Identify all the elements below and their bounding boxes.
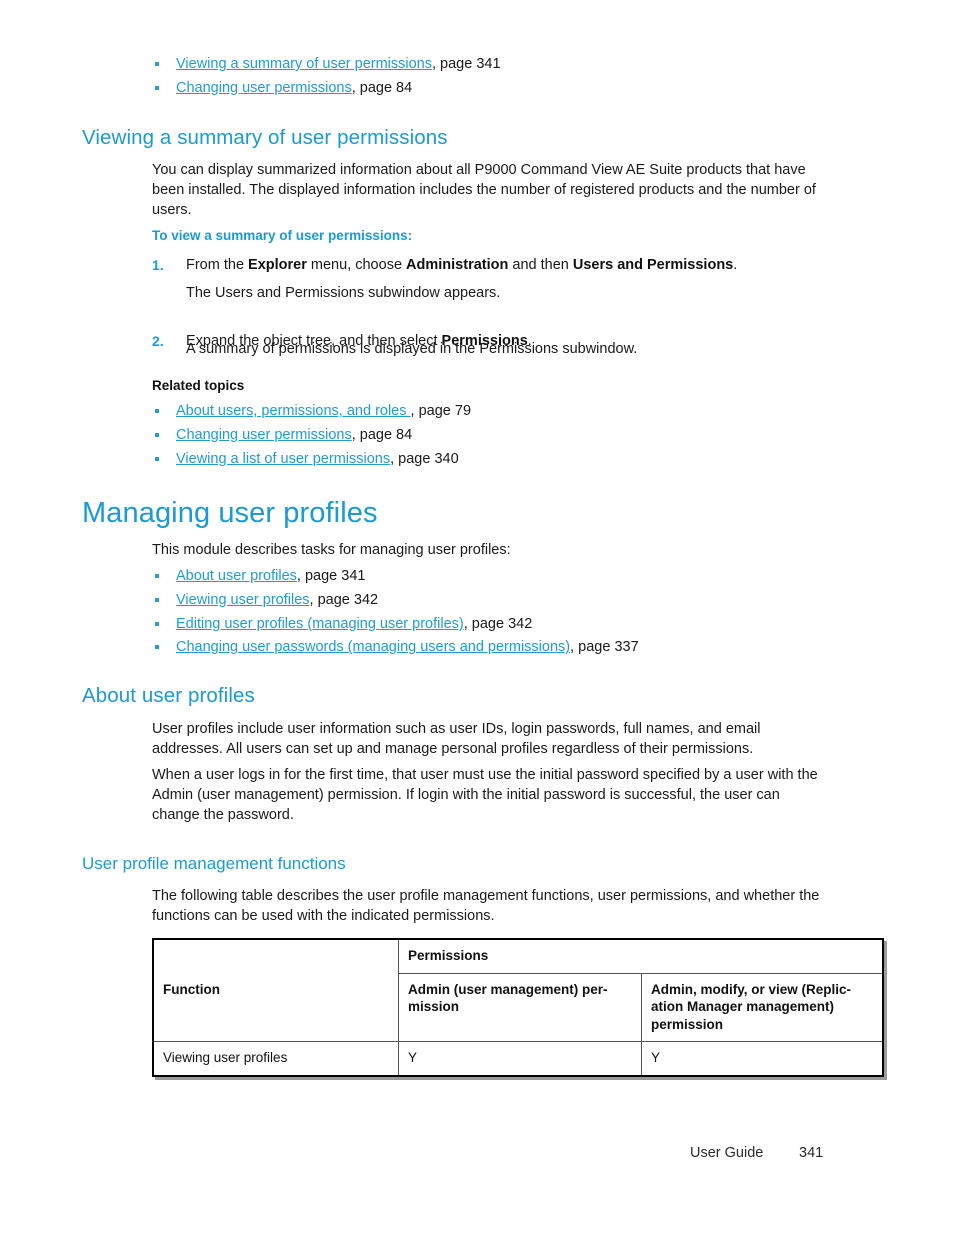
- bullet-icon: [155, 432, 159, 437]
- link-about-user-profiles[interactable]: About user profiles: [176, 568, 297, 584]
- heading-user-profile-management-functions: User profile management functions: [82, 854, 346, 873]
- link-changing-user-permissions[interactable]: Changing user permissions: [176, 427, 352, 443]
- step-2-result: A summary of permissions is displayed in…: [186, 341, 638, 357]
- list-item: Changing user passwords (managing users …: [152, 636, 872, 660]
- step-bold-users-and-permissions: Users and Permissions: [572, 257, 734, 273]
- document-page: Viewing a summary of user permissions, p…: [0, 0, 954, 1235]
- bullet-icon: [155, 574, 159, 578]
- table-cell-admin-value: Y: [398, 1041, 642, 1076]
- list-item: Changing user permissions, page 84: [152, 77, 852, 101]
- user-profile-permissions-table: Function Permissions Admin (user managem…: [152, 938, 884, 1077]
- table-cell-other-value: Y: [641, 1041, 884, 1076]
- link-changing-user-permissions[interactable]: Changing user permissions: [176, 80, 352, 96]
- bullet-icon: [155, 645, 159, 650]
- table-row: Function Permissions: [152, 938, 884, 1042]
- step-number: 2.: [152, 333, 164, 349]
- related-topics-heading: Related topics: [152, 378, 245, 393]
- link-page-ref: , page 84: [351, 79, 413, 96]
- paragraph-about-profiles-1: User profiles include user information s…: [152, 721, 761, 758]
- table-header-function: Function: [152, 938, 399, 1042]
- bullet-icon: [155, 409, 159, 413]
- link-page-ref: , page 84: [351, 426, 413, 443]
- bullet-icon: [155, 456, 159, 461]
- step-text-post: .: [733, 257, 738, 273]
- paragraph-viewing-summary-intro: You can display summarized information a…: [152, 162, 816, 219]
- paragraph-management-functions-intro: The following table describes the user p…: [152, 888, 820, 925]
- link-editing-user-profiles[interactable]: Editing user profiles (managing user pro…: [176, 616, 464, 632]
- table-header-admin-permission: Admin (user management) per-mission: [398, 972, 642, 1042]
- table-header-permissions-group: Permissions: [398, 938, 884, 974]
- list-item: Viewing a summary of user permissions, p…: [152, 53, 852, 77]
- list-item: Viewing a list of user permissions, page…: [152, 448, 852, 472]
- table-cell-function-name: Viewing user profiles: [152, 1041, 399, 1076]
- step-text: From the Explorer menu, choose Administr…: [186, 255, 832, 275]
- list-item: About user profiles, page 341: [152, 565, 872, 589]
- link-about-users-permissions-and-roles[interactable]: About users, permissions, and roles: [176, 403, 411, 419]
- link-page-ref: , page 342: [463, 615, 533, 632]
- link-viewing-summary-of-user-permissions[interactable]: Viewing a summary of user permissions: [176, 56, 432, 72]
- permissions-table-wrapper: Function Permissions Admin (user managem…: [152, 938, 884, 1077]
- list-item: Editing user profiles (managing user pro…: [152, 613, 872, 637]
- table-header-other-permission: Admin, modify, or view (Replic-ation Man…: [641, 972, 884, 1042]
- link-viewing-user-profiles[interactable]: Viewing user profiles: [176, 592, 310, 608]
- step-1-result: The Users and Permissions subwindow appe…: [186, 285, 501, 301]
- paragraph-about-profiles-2: When a user logs in for the first time, …: [152, 767, 818, 824]
- footer-page-number: 341: [799, 1145, 824, 1161]
- step-number: 1.: [152, 257, 164, 273]
- step-text-pre: From the: [186, 257, 249, 273]
- related-topics-list: About users, permissions, and roles , pa…: [152, 400, 852, 471]
- bullet-icon: [155, 621, 159, 626]
- link-changing-user-passwords[interactable]: Changing user passwords (managing users …: [176, 639, 570, 655]
- footer-label: User Guide: [690, 1145, 764, 1161]
- bullet-icon: [155, 597, 159, 602]
- step-text-mid2: and then: [508, 257, 573, 273]
- list-item: Changing user permissions, page 84: [152, 424, 852, 448]
- step-1: 1. From the Explorer menu, choose Admini…: [152, 255, 832, 275]
- list-item: About users, permissions, and roles , pa…: [152, 400, 852, 424]
- step-bold-administration: Administration: [406, 257, 509, 273]
- link-page-ref: , page 340: [390, 450, 459, 467]
- heading-about-user-profiles: About user profiles: [82, 684, 255, 707]
- procedure-heading-view-summary: To view a summary of user permissions:: [152, 228, 413, 243]
- heading-managing-user-profiles: Managing user profiles: [82, 497, 378, 529]
- bullet-icon: [155, 62, 159, 66]
- step-text-mid1: menu, choose: [306, 257, 407, 273]
- paragraph-managing-profiles-intro: This module describes tasks for managing…: [152, 542, 511, 558]
- bullet-icon: [155, 85, 159, 90]
- link-page-ref: , page 341: [432, 56, 501, 72]
- link-page-ref: , page 341: [296, 568, 366, 584]
- link-page-ref: , page 337: [570, 639, 639, 656]
- link-page-ref: , page 79: [410, 403, 472, 419]
- managing-profiles-list: About user profiles, page 341 Viewing us…: [152, 565, 872, 660]
- top-crossref-list: Viewing a summary of user permissions, p…: [152, 53, 852, 101]
- list-item: Viewing user profiles, page 342: [152, 589, 872, 613]
- heading-viewing-summary-of-user-permissions: Viewing a summary of user permissions: [82, 126, 448, 149]
- table-row: Viewing user profiles Y Y: [152, 1041, 884, 1076]
- link-viewing-a-list-of-user-permissions[interactable]: Viewing a list of user permissions: [176, 451, 390, 467]
- link-page-ref: , page 342: [309, 591, 379, 608]
- step-bold-explorer: Explorer: [248, 257, 307, 273]
